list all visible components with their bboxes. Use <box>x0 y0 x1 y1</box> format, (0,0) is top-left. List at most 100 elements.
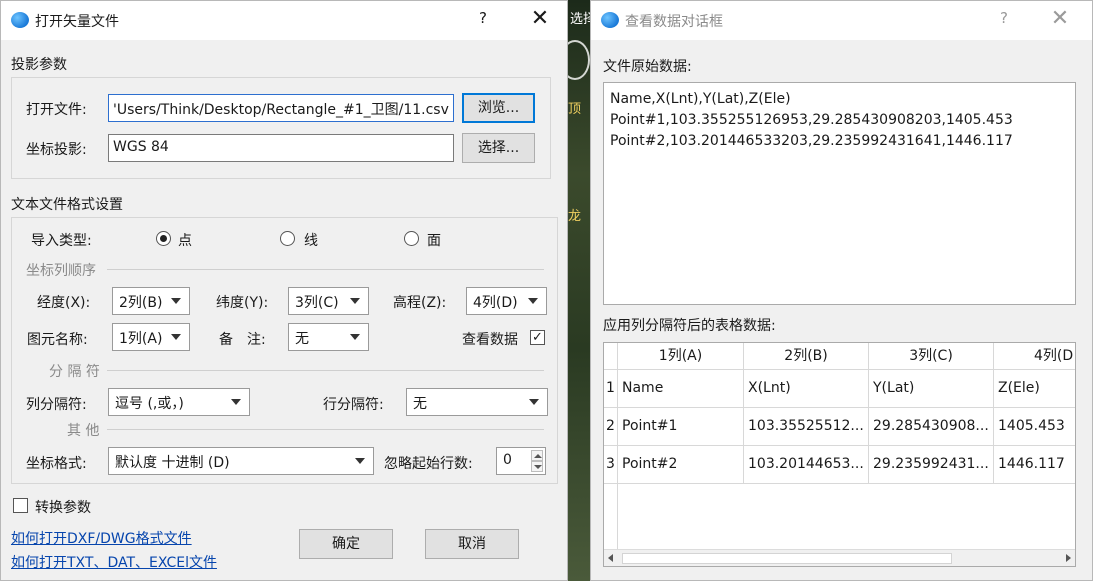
raw-data-textarea[interactable]: Name,X(Lnt),Y(Lat),Z(Ele) Point#1,103.35… <box>603 82 1076 305</box>
help-button[interactable]: ? <box>471 9 495 27</box>
feature-name-label: 图元名称: <box>27 332 88 348</box>
coord-format-label: 坐标格式: <box>26 456 87 472</box>
scroll-right-icon[interactable] <box>1066 554 1071 562</box>
close-button[interactable]: ✕ <box>525 6 555 32</box>
elev-column-select[interactable]: 4列(D) <box>466 287 547 315</box>
title-bar: 打开矢量文件 ? ✕ <box>1 1 567 40</box>
stepper-down-icon[interactable] <box>531 461 543 472</box>
remark-value: 无 <box>295 331 309 347</box>
col-delimiter-select[interactable]: 逗号 (,或，) <box>108 388 250 416</box>
lat-column-select[interactable]: 3列(C) <box>288 287 369 315</box>
row-header: 1 <box>604 370 618 408</box>
app-logo-icon <box>601 12 619 28</box>
skip-rows-stepper[interactable]: 0 <box>496 447 546 475</box>
delimiter-title: 分 隔 符 <box>49 364 100 380</box>
table-cell[interactable]: 1446.117 <box>994 446 1075 484</box>
remark-select[interactable]: 无 <box>288 323 369 351</box>
table-cell[interactable]: 103.20144653... <box>744 446 869 484</box>
scroll-thumb[interactable] <box>622 553 952 564</box>
import-type-line-radio[interactable] <box>280 231 295 246</box>
title-bar: 查看数据对话框 ? ✕ <box>591 1 1092 40</box>
browse-button[interactable]: 浏览... <box>462 93 535 123</box>
table-cell[interactable]: 29.285430908... <box>869 408 994 446</box>
dialog-title: 查看数据对话框 <box>625 14 723 30</box>
view-data-checkbox[interactable]: ✓ <box>530 330 545 345</box>
open-file-label: 打开文件: <box>26 102 87 118</box>
raw-line: Name,X(Lnt),Y(Lat),Z(Ele) <box>610 91 791 107</box>
open-file-input[interactable]: 'Users/Think/Desktop/Rectangle_#1_卫图/11.… <box>108 94 454 122</box>
column-header[interactable]: 1列(A) <box>618 343 744 370</box>
convert-params-checkbox[interactable] <box>13 498 28 513</box>
cancel-button[interactable]: 取消 <box>425 529 519 559</box>
coord-projection-input[interactable]: WGS 84 <box>108 134 454 162</box>
chevron-down-icon <box>350 334 360 340</box>
row-delimiter-label: 行分隔符: <box>323 397 384 413</box>
open-vector-file-dialog: 打开矢量文件 ? ✕ 投影参数 打开文件: 'Users/Think/Deskt… <box>0 0 568 581</box>
lon-column-value: 2列(B) <box>119 295 163 311</box>
lon-column-select[interactable]: 2列(B) <box>112 287 190 315</box>
data-table[interactable]: 1列(A) 2列(B) 3列(C) 4列(D 1 Name X(Lnt) Y(L… <box>603 342 1076 567</box>
row-header: 2 <box>604 408 618 446</box>
skip-rows-label: 忽略起始行数: <box>384 456 473 472</box>
map-label: 龙 <box>568 209 582 224</box>
row-delimiter-select[interactable]: 无 <box>406 388 548 416</box>
coord-format-value: 默认度 十进制 (D) <box>115 455 230 471</box>
column-header[interactable]: 3列(C) <box>869 343 994 370</box>
coord-format-select[interactable]: 默认度 十进制 (D) <box>108 447 374 475</box>
divider <box>107 429 544 430</box>
skip-rows-value: 0 <box>503 452 512 468</box>
table-cell[interactable]: Point#1 <box>618 408 744 446</box>
raw-data-label: 文件原始数据: <box>603 59 692 75</box>
remark-label: 备 注: <box>219 332 266 348</box>
select-projection-button[interactable]: 选择... <box>462 133 535 163</box>
help-link-dxf[interactable]: 如何打开DXF/DWG格式文件 <box>11 528 192 548</box>
elev-column-value: 4列(D) <box>473 295 518 311</box>
coord-projection-label: 坐标投影: <box>26 142 87 158</box>
import-type-point-label: 点 <box>178 233 192 249</box>
lon-label: 经度(X): <box>37 295 91 311</box>
chevron-down-icon <box>171 334 181 340</box>
horizontal-scrollbar[interactable] <box>604 549 1075 566</box>
column-header[interactable]: 2列(B) <box>744 343 869 370</box>
scroll-left-icon[interactable] <box>608 554 613 562</box>
column-header[interactable]: 4列(D <box>994 343 1075 370</box>
feature-name-value: 1列(A) <box>119 331 163 347</box>
chevron-down-icon <box>171 298 181 304</box>
other-title: 其 他 <box>67 423 100 439</box>
close-button[interactable]: ✕ <box>1045 6 1075 32</box>
import-type-point-radio[interactable] <box>156 231 171 246</box>
import-type-line-label: 线 <box>304 233 318 249</box>
row-delimiter-value: 无 <box>413 396 427 412</box>
divider <box>107 370 544 371</box>
help-link-txt[interactable]: 如何打开TXT、DAT、EXCEl文件 <box>11 552 217 572</box>
chevron-down-icon <box>529 399 539 405</box>
import-type-polygon-radio[interactable] <box>404 231 419 246</box>
ok-button[interactable]: 确定 <box>299 529 393 559</box>
feature-name-select[interactable]: 1列(A) <box>112 323 190 351</box>
chevron-down-icon <box>231 399 241 405</box>
table-cell[interactable]: Name <box>618 370 744 408</box>
dialog-title: 打开矢量文件 <box>35 14 119 30</box>
row-header-empty <box>604 484 618 550</box>
table-cell[interactable]: Y(Lat) <box>869 370 994 408</box>
table-cell[interactable]: X(Lnt) <box>744 370 869 408</box>
help-button[interactable]: ? <box>992 9 1016 27</box>
text-format-section-title: 文本文件格式设置 <box>11 197 123 213</box>
table-cell[interactable]: Point#2 <box>618 446 744 484</box>
table-cell[interactable]: 103.35525512... <box>744 408 869 446</box>
table-cell[interactable]: 29.235992431... <box>869 446 994 484</box>
raw-line: Point#2,103.201446533203,29.235992431641… <box>610 133 1013 149</box>
lat-column-value: 3列(C) <box>295 295 339 311</box>
col-delimiter-value: 逗号 (,或，) <box>115 396 184 412</box>
chevron-down-icon <box>355 458 365 464</box>
table-cell[interactable]: Z(Ele) <box>994 370 1075 408</box>
divider <box>107 269 544 270</box>
table-cell[interactable]: 1405.453 <box>994 408 1075 446</box>
view-data-label: 查看数据 <box>462 332 518 348</box>
stepper-up-icon[interactable] <box>531 450 543 461</box>
convert-params-label: 转换参数 <box>35 500 91 516</box>
col-delimiter-label: 列分隔符: <box>26 397 87 413</box>
corner-header <box>604 343 618 370</box>
import-type-polygon-label: 面 <box>427 233 441 249</box>
map-label: 顶 <box>568 102 582 117</box>
